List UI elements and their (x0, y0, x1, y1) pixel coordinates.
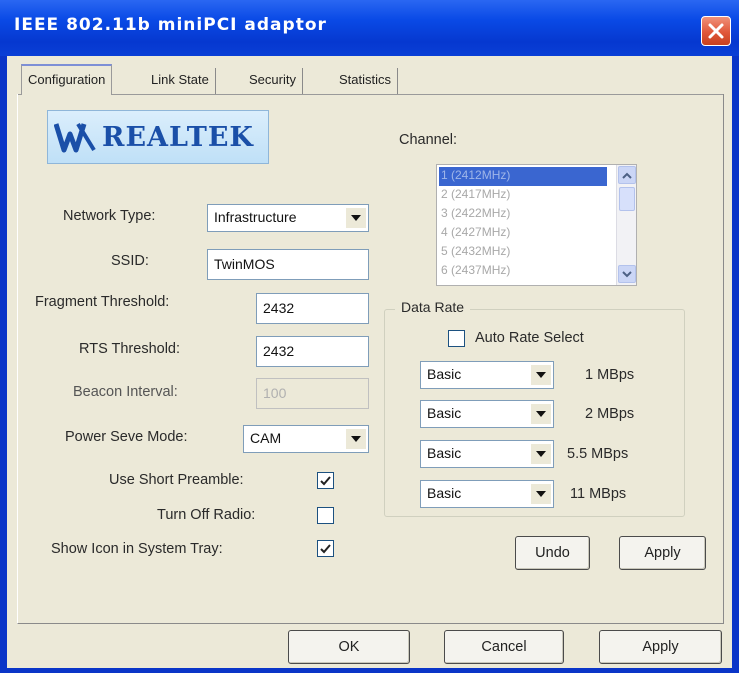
show-icon-tray-checkbox[interactable] (317, 540, 334, 557)
scroll-thumb[interactable] (619, 187, 635, 211)
close-icon (708, 23, 724, 39)
dropdown-arrow-icon (346, 429, 366, 449)
rate-11-select[interactable]: Basic (420, 480, 554, 508)
channel-option[interactable]: 5 (2432MHz) (439, 243, 607, 262)
rate-1-select[interactable]: Basic (420, 361, 554, 389)
ok-button[interactable]: OK (288, 630, 410, 664)
channel-list[interactable]: 1 (2412MHz) 2 (2417MHz) 3 (2422MHz) 4 (2… (436, 164, 637, 286)
turn-off-radio-checkbox[interactable] (317, 507, 334, 524)
channel-scrollbar[interactable] (616, 165, 636, 285)
dropdown-arrow-icon (346, 208, 366, 228)
beacon-interval-input: 100 (256, 378, 369, 409)
auto-rate-checkbox[interactable] (448, 330, 465, 347)
network-type-select[interactable]: Infrastructure (207, 204, 369, 232)
power-save-mode-value: CAM (250, 430, 282, 446)
rate-5-5-value: Basic (427, 445, 462, 461)
data-rate-title: Data Rate (395, 299, 471, 315)
chevron-down-icon (622, 270, 632, 277)
network-type-label: Network Type: (63, 208, 156, 224)
auto-rate-label: Auto Rate Select (475, 330, 584, 346)
ssid-label: SSID: (111, 253, 149, 269)
tab-link-state[interactable]: Link State (145, 68, 216, 94)
undo-button[interactable]: Undo (515, 536, 590, 570)
apply-settings-button[interactable]: Apply (619, 536, 706, 570)
power-save-mode-label: Power Seve Mode: (65, 429, 188, 445)
dialog-window: IEEE 802.11b miniPCI adaptor Configurati… (0, 0, 739, 673)
tab-configuration[interactable]: Configuration (21, 64, 113, 95)
rate-5-5-select[interactable]: Basic (420, 440, 554, 468)
rate-5-5-label: 5.5 MBps (567, 446, 629, 462)
use-short-preamble-label: Use Short Preamble: (109, 472, 244, 488)
tab-security[interactable]: Security (243, 68, 303, 94)
dropdown-arrow-icon (531, 404, 551, 424)
checkmark-icon (320, 543, 331, 553)
fragment-threshold-label: Fragment Threshold: (35, 294, 170, 310)
tab-statistics[interactable]: Statistics (333, 68, 399, 94)
apply-button[interactable]: Apply (599, 630, 722, 664)
cancel-button[interactable]: Cancel (444, 630, 564, 664)
ssid-input[interactable]: TwinMOS (207, 249, 369, 280)
rate-1-label: 1 MBps (585, 367, 635, 383)
power-save-mode-select[interactable]: CAM (243, 425, 369, 453)
chevron-up-icon (622, 172, 632, 179)
turn-off-radio-label: Turn Off Radio: (157, 507, 256, 523)
channel-option[interactable]: 1 (2412MHz) (439, 167, 607, 186)
scroll-up-button[interactable] (618, 166, 636, 184)
beacon-interval-label: Beacon Interval: (73, 384, 178, 400)
window-title: IEEE 802.11b miniPCI adaptor (14, 15, 327, 35)
use-short-preamble-checkbox[interactable] (317, 472, 334, 489)
dialog-client-area: Configuration Link State Security Statis… (7, 56, 732, 668)
show-icon-tray-label: Show Icon in System Tray: (51, 541, 223, 557)
realtek-logo: REALTEK (47, 110, 269, 164)
realtek-emblem-icon (54, 122, 96, 153)
channel-option[interactable]: 4 (2427MHz) (439, 224, 607, 243)
rate-11-label: 11 MBps (570, 486, 627, 502)
logo-text: REALTEK (102, 121, 254, 153)
channel-option[interactable]: 2 (2417MHz) (439, 186, 607, 205)
channel-option[interactable]: 6 (2437MHz) (439, 262, 607, 281)
fragment-threshold-input[interactable]: 2432 (256, 293, 369, 324)
close-button[interactable] (701, 16, 731, 46)
rate-2-label: 2 MBps (585, 406, 635, 422)
rate-1-value: Basic (427, 366, 462, 382)
dropdown-arrow-icon (531, 484, 551, 504)
rts-threshold-label: RTS Threshold: (79, 341, 181, 357)
checkmark-icon (320, 475, 331, 485)
dropdown-arrow-icon (531, 444, 551, 464)
channel-label: Channel: (399, 132, 458, 148)
rate-2-select[interactable]: Basic (420, 400, 554, 428)
rate-2-value: Basic (427, 405, 462, 421)
network-type-value: Infrastructure (214, 209, 297, 225)
channel-option[interactable]: 3 (2422MHz) (439, 205, 607, 224)
rate-11-value: Basic (427, 485, 462, 501)
scroll-down-button[interactable] (618, 265, 636, 283)
title-bar[interactable]: IEEE 802.11b miniPCI adaptor (0, 0, 739, 56)
dropdown-arrow-icon (531, 365, 551, 385)
rts-threshold-input[interactable]: 2432 (256, 336, 369, 367)
